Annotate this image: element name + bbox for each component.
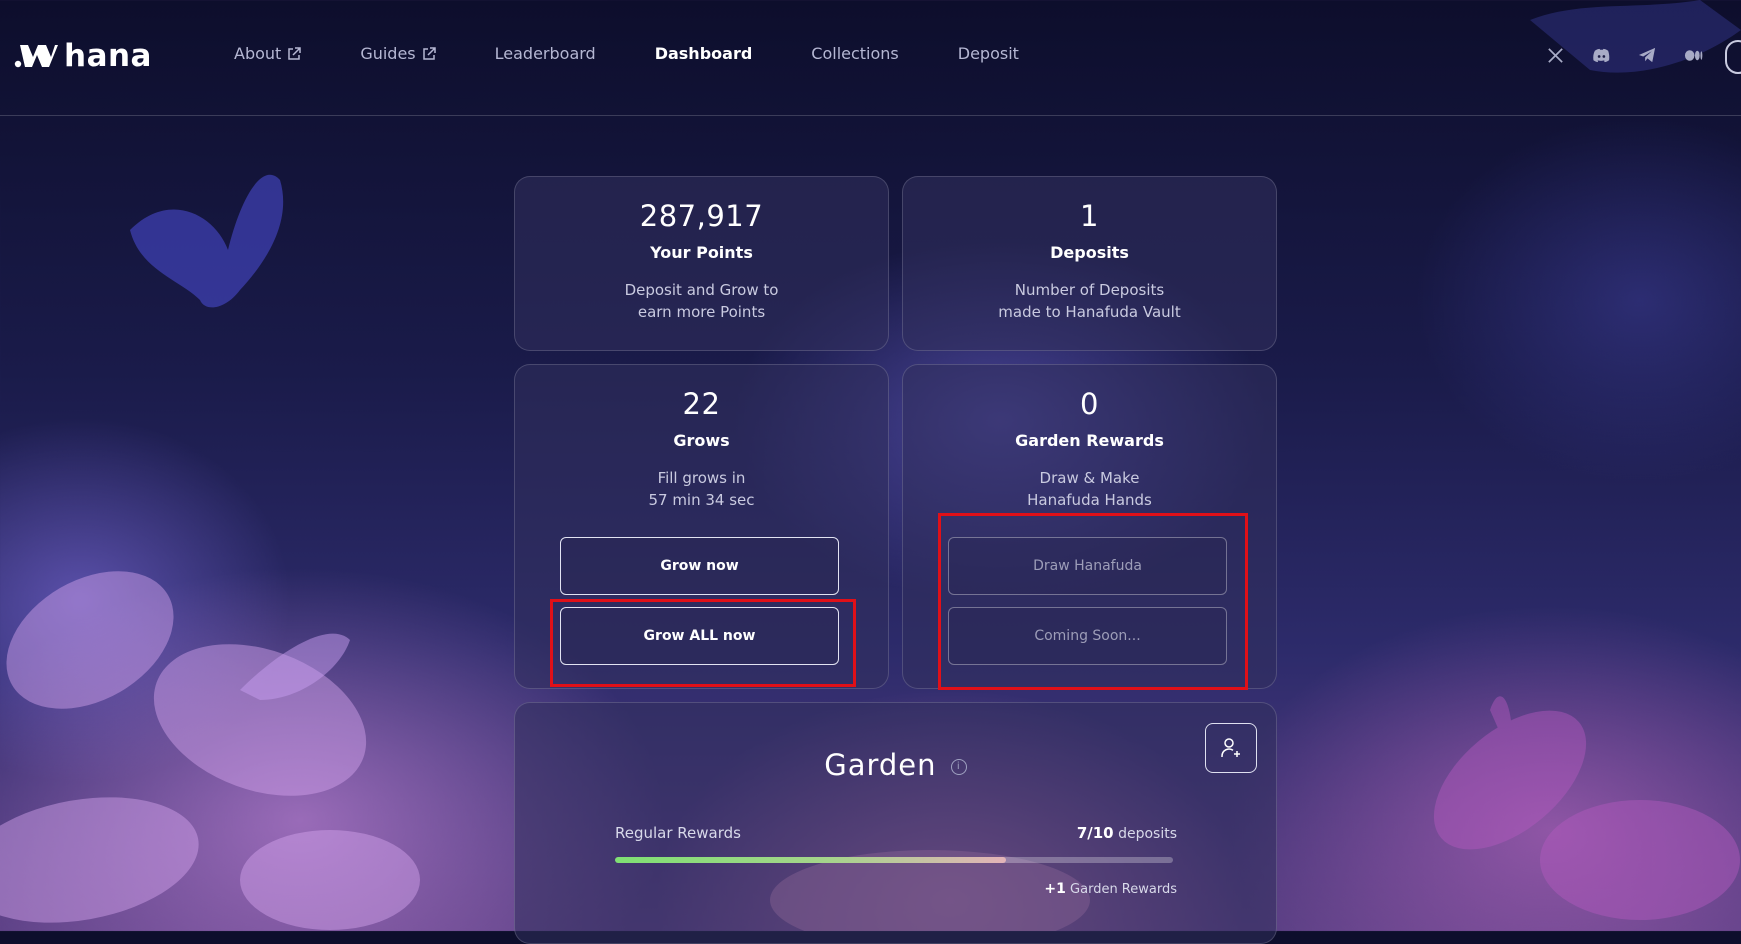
brand-name: hana [64,38,152,74]
nav-about-label: About [234,44,282,63]
x-icon[interactable] [1546,46,1565,65]
deposits-description: Number of Deposits made to Hanafuda Vaul… [998,281,1181,321]
coming-soon-button[interactable]: Coming Soon... [948,607,1227,665]
garden-rewards-card: 0 Garden Rewards Draw & Make Hanafuda Ha… [902,364,1277,689]
nav-about[interactable]: About [234,44,302,63]
nav-collections-label: Collections [811,44,899,63]
external-link-icon [288,46,302,60]
garden-reward-note: +1 Garden Rewards [1044,881,1177,897]
garden-title: Garden i [515,748,1276,782]
nav-dashboard-label: Dashboard [654,44,753,63]
external-link-icon [422,46,436,60]
nav-deposit-label: Deposit [957,44,1019,63]
garden-rewards-label: Garden Rewards [1015,431,1164,450]
deposit-count-value: 7/10 [1076,824,1114,842]
draw-hanafuda-button[interactable]: Draw Hanafuda [948,537,1227,595]
garden-rewards-value: 0 [1080,387,1099,421]
deposits-card: 1 Deposits Number of Deposits made to Ha… [902,176,1277,351]
rewards-progress-bar [615,857,1173,863]
garden-rewards-description: Draw & Make Hanafuda Hands [1027,469,1152,509]
regular-rewards-label: Regular Rewards [615,824,741,842]
nav-dashboard[interactable]: Dashboard [655,44,753,63]
hana-logo-icon [14,45,58,68]
garden-card: Garden i Regular Rewards 7/10 deposits +… [514,702,1277,944]
hana-logo[interactable]: hana [14,38,152,74]
grows-card: 22 Grows Fill grows in 57 min 34 sec Gro… [514,364,889,689]
grows-label: Grows [673,431,730,450]
top-nav-bar: hana About Guides Leaderboard Dashboard … [0,0,1741,116]
grow-all-now-button[interactable]: Grow ALL now [560,607,839,665]
nav-collections[interactable]: Collections [811,44,898,63]
rewards-progress-fill [615,857,1006,863]
grows-value: 22 [682,387,721,421]
profile-avatar[interactable] [1725,40,1741,74]
points-card: 287,917 Your Points Deposit and Grow to … [514,176,889,351]
deposit-count: 7/10 deposits [1077,824,1177,842]
social-links [1546,46,1703,65]
add-user-button[interactable] [1205,723,1257,773]
nav-guides-label: Guides [360,44,416,63]
reward-label: Garden Rewards [1070,882,1177,897]
telegram-icon[interactable] [1638,46,1657,65]
reward-amount: +1 [1044,881,1066,897]
nav-deposit[interactable]: Deposit [958,44,1019,63]
deposits-value: 1 [1080,199,1099,233]
grow-now-button[interactable]: Grow now [560,537,839,595]
nav-leaderboard[interactable]: Leaderboard [495,44,596,63]
points-label: Your Points [650,243,753,262]
nav-leaderboard-label: Leaderboard [494,44,596,63]
grows-timer: Fill grows in 57 min 34 sec [648,469,755,509]
add-user-icon [1221,738,1240,757]
discord-icon[interactable] [1592,46,1611,65]
deposit-count-unit: deposits [1118,826,1177,842]
deposits-label: Deposits [1050,243,1129,262]
points-value: 287,917 [639,199,764,233]
points-description: Deposit and Grow to earn more Points [624,281,779,321]
main-nav: About Guides Leaderboard Dashboard Colle… [234,44,1078,63]
info-icon[interactable]: i [950,759,967,775]
garden-title-text: Garden [824,748,937,782]
medium-icon[interactable] [1684,46,1703,65]
nav-guides[interactable]: Guides [360,44,436,63]
